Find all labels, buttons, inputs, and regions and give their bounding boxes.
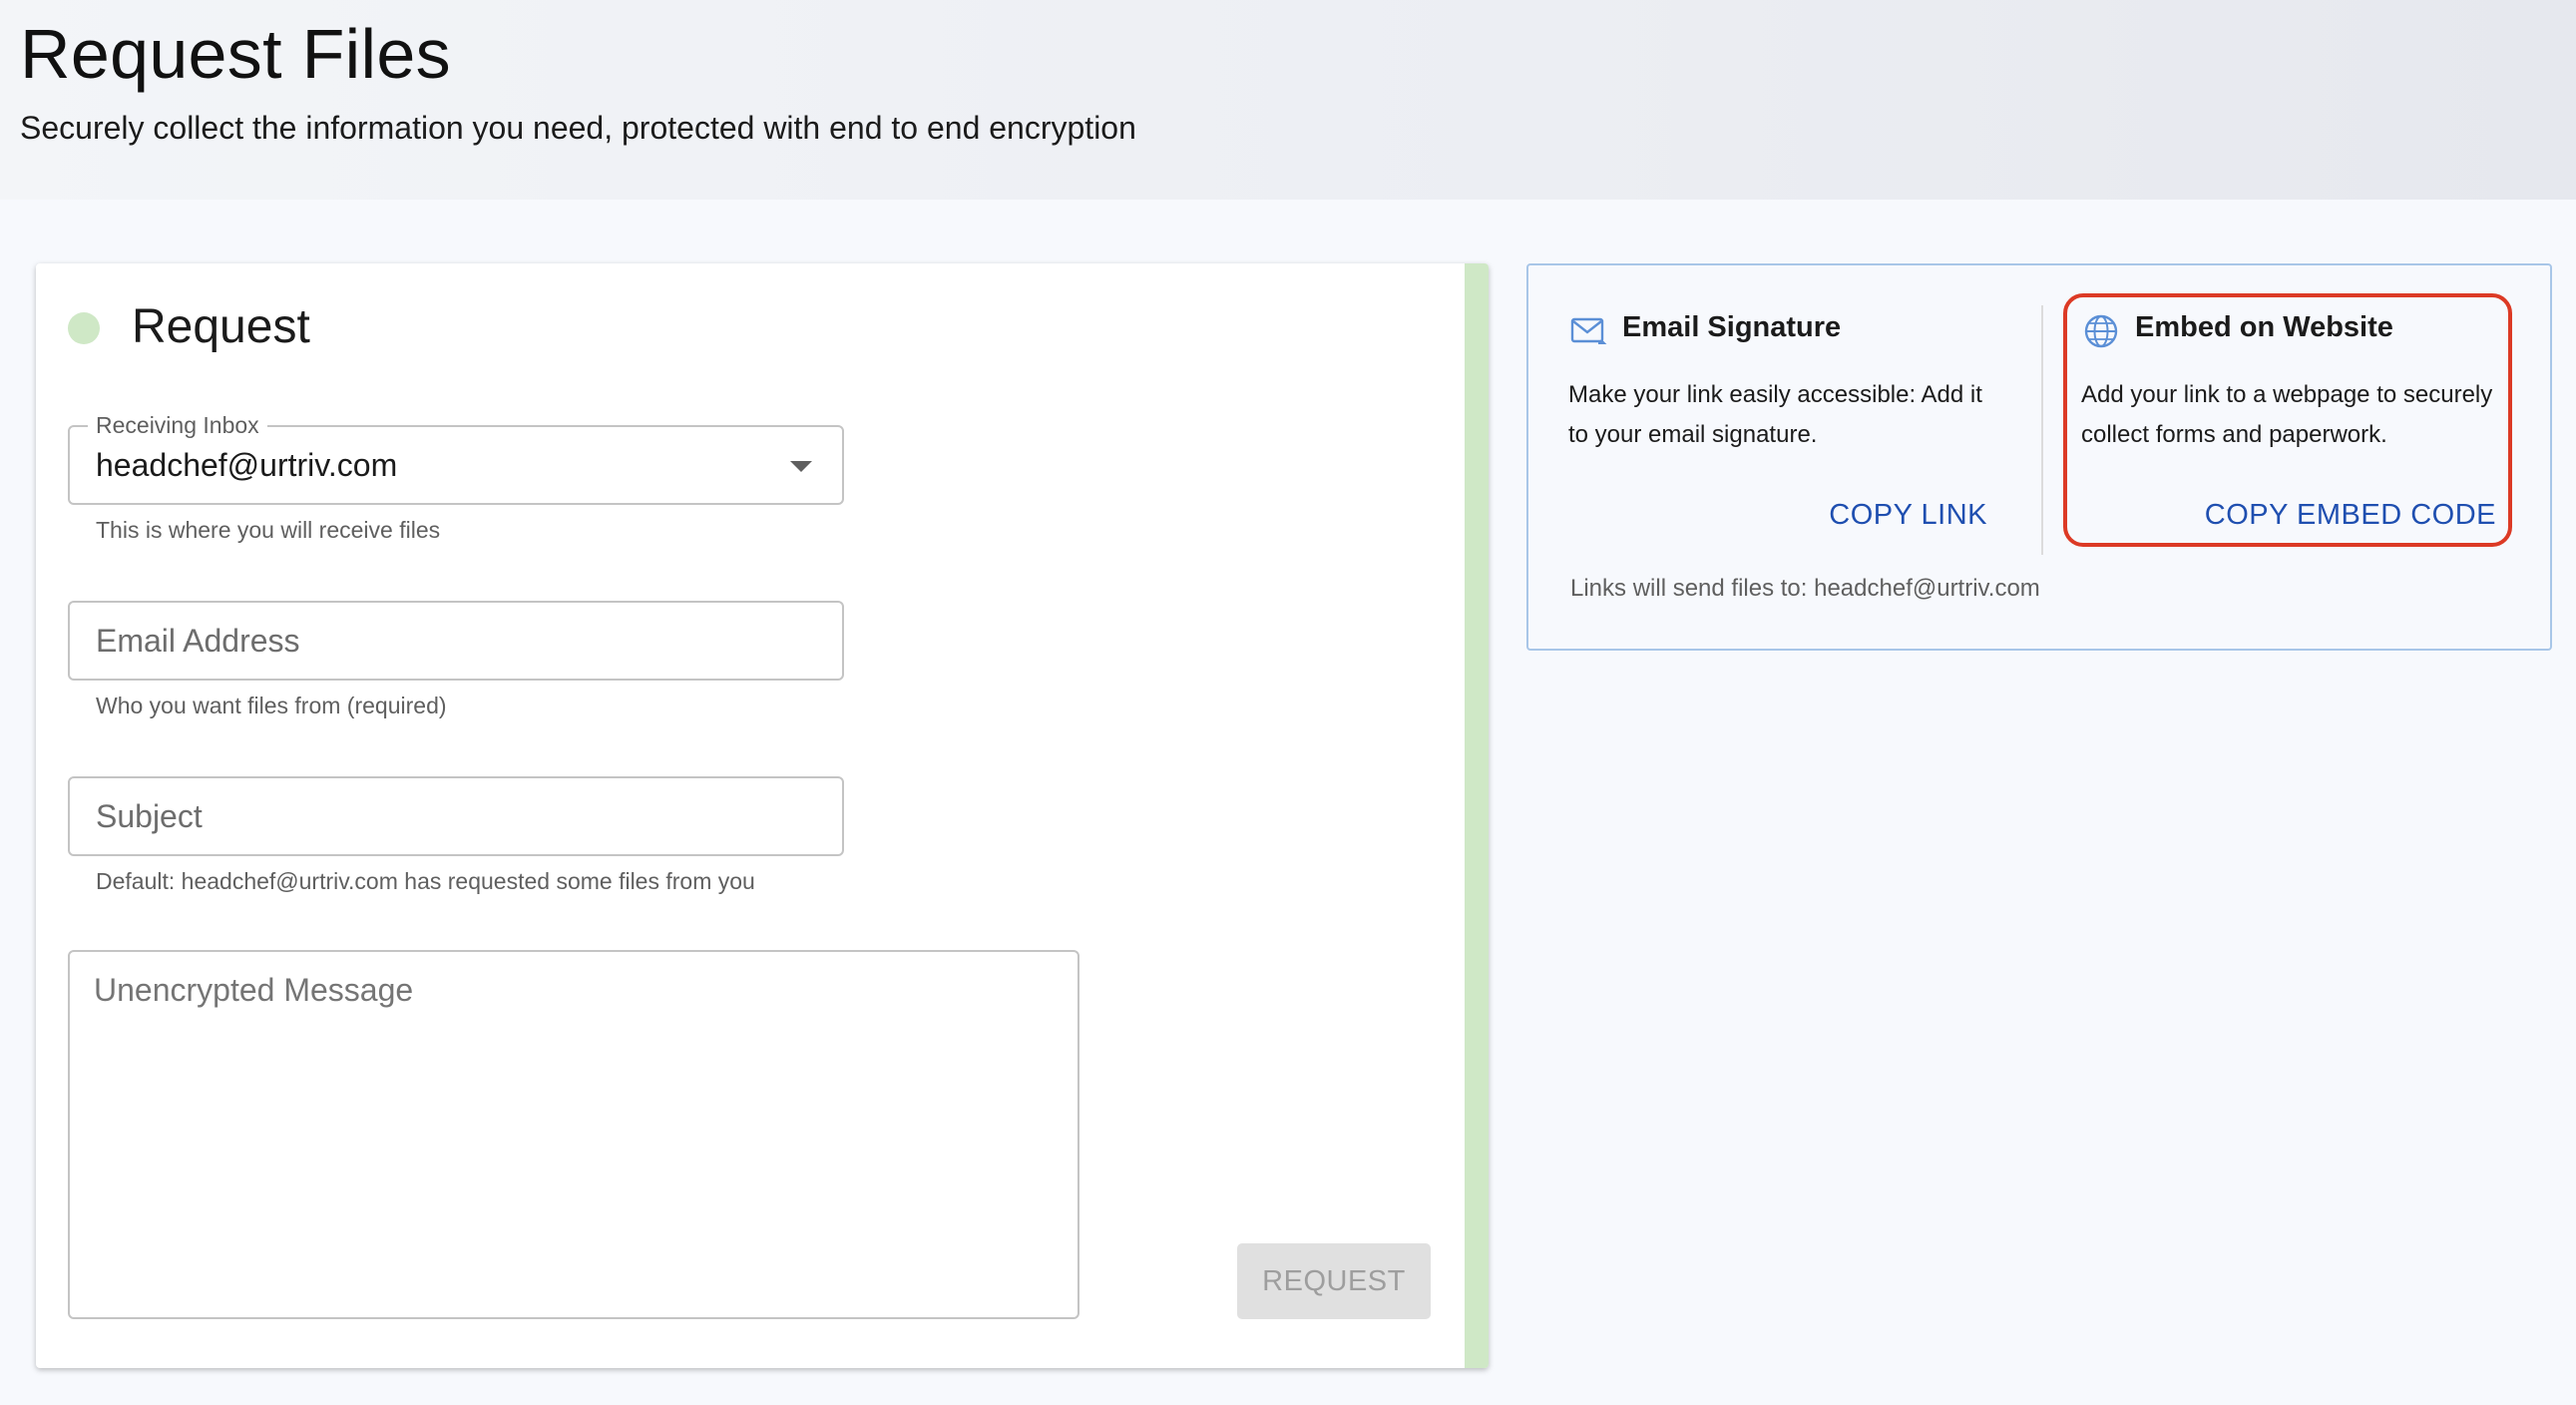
page-header: Request Files Securely collect the infor… xyxy=(0,0,2576,200)
email-helper: Who you want files from (required) xyxy=(96,693,447,718)
mail-icon xyxy=(1570,317,1607,344)
email-signature-title: Email Signature xyxy=(1622,311,1842,343)
receiving-inbox-helper: This is where you will receive files xyxy=(96,517,441,543)
request-button[interactable]: REQUEST xyxy=(1237,1243,1431,1319)
subject-helper: Default: headchef@urtriv.com has request… xyxy=(96,868,755,894)
dropdown-arrow-icon[interactable] xyxy=(790,461,812,472)
email-field-wrapper xyxy=(68,601,844,681)
page-subtitle: Securely collect the information you nee… xyxy=(20,110,1136,146)
status-dot xyxy=(68,312,100,344)
email-signature-description: Make your link easily accessible: Add it… xyxy=(1568,381,1982,448)
page-title: Request Files xyxy=(20,15,451,93)
request-card-title: Request xyxy=(132,300,310,353)
email-address-input[interactable] xyxy=(96,603,794,679)
request-card: Request Receiving Inbox headchef@urtriv.… xyxy=(36,263,1489,1368)
subject-input[interactable] xyxy=(96,778,794,854)
copy-link-button[interactable]: COPY LINK xyxy=(1829,499,1987,532)
share-panel: Email Signature Make your link easily ac… xyxy=(1526,263,2552,651)
receiving-inbox-value: headchef@urtriv.com xyxy=(96,447,398,483)
share-divider xyxy=(2041,305,2043,555)
card-accent-bar xyxy=(1465,263,1489,1368)
receiving-inbox-select[interactable]: Receiving Inbox headchef@urtriv.com xyxy=(68,411,844,505)
subject-field-wrapper xyxy=(68,776,844,856)
unencrypted-message-input[interactable] xyxy=(94,972,1052,1291)
message-field-wrapper xyxy=(68,950,1079,1319)
links-footnote: Links will send files to: headchef@urtri… xyxy=(1570,575,2040,602)
embed-highlight-box xyxy=(2063,293,2512,547)
